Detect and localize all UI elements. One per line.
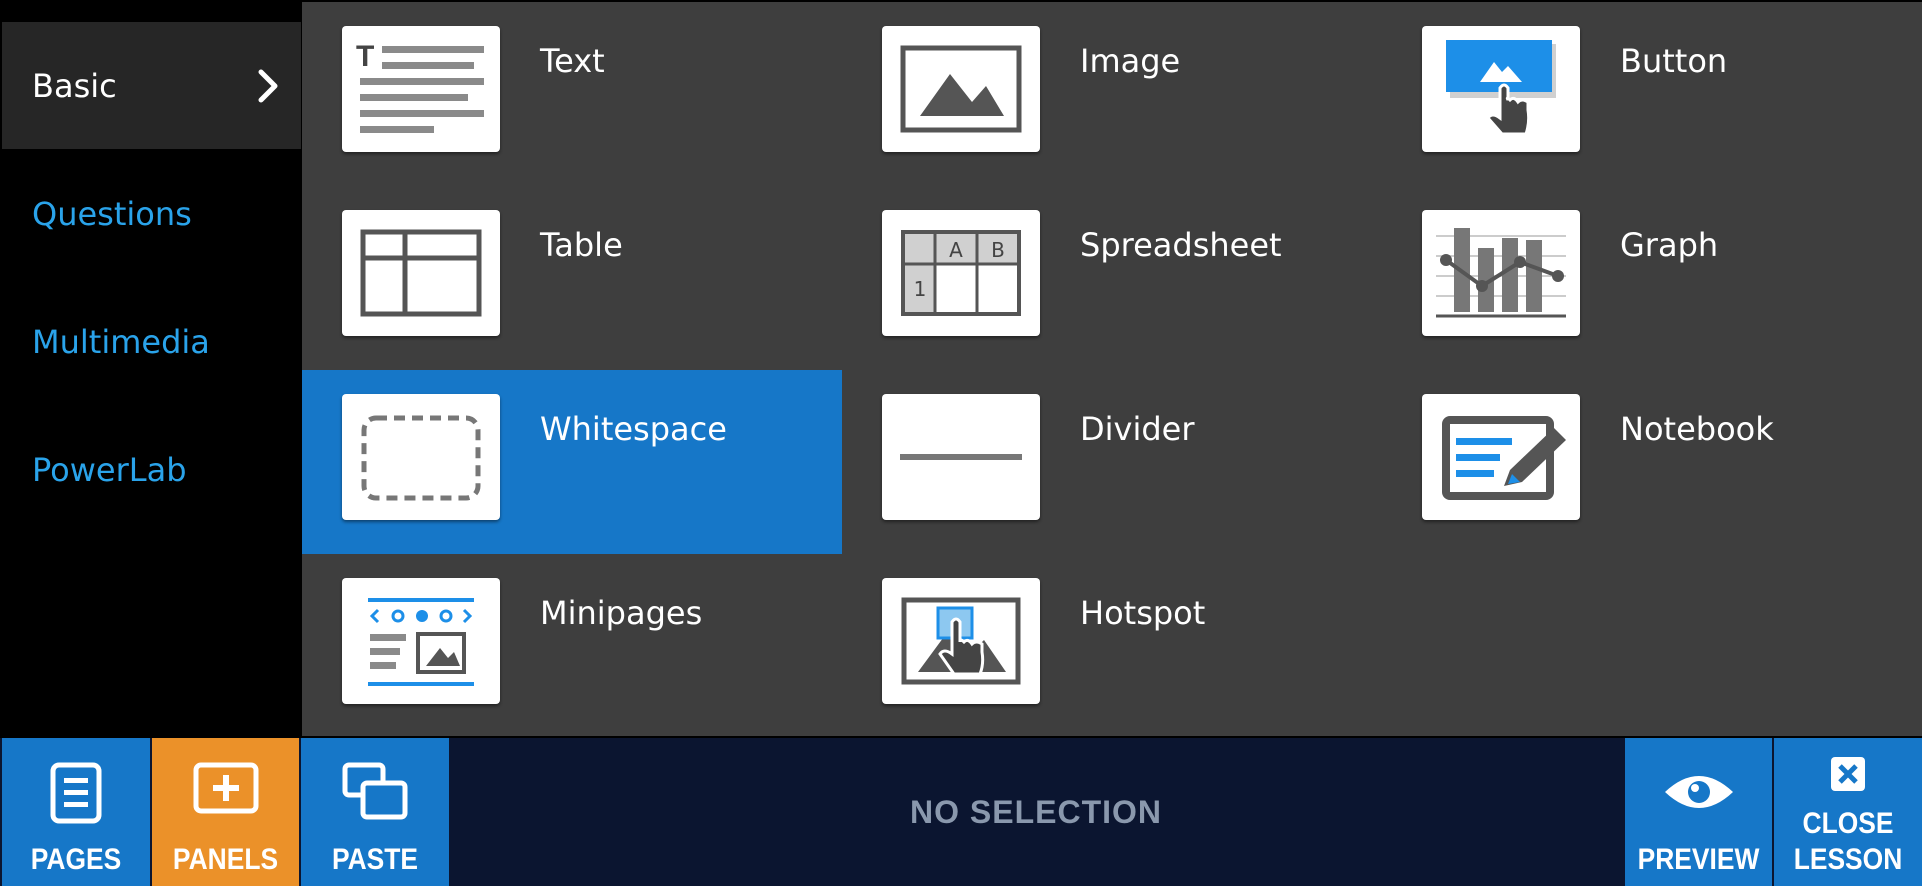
close-lesson-label: CLOSE LESSON bbox=[1783, 806, 1913, 878]
preview-button-label: PREVIEW bbox=[1637, 843, 1760, 876]
pages-button-label: PAGES bbox=[30, 843, 122, 876]
panel-option-table[interactable]: Table bbox=[302, 186, 842, 370]
bottom-toolbar: PAGES PANELS PASTE NO SELECTION PREVIEW … bbox=[0, 738, 1922, 886]
text-icon: T bbox=[342, 26, 500, 152]
sidebar-item-basic[interactable]: Basic bbox=[2, 22, 301, 149]
panel-option-image[interactable]: Image bbox=[842, 2, 1382, 186]
panel-option-label: Minipages bbox=[540, 594, 703, 632]
panels-button-label: PANELS bbox=[172, 843, 279, 876]
close-lesson-label-line2: LESSON bbox=[1793, 843, 1903, 876]
spreadsheet-header-a: A bbox=[949, 238, 963, 262]
panel-option-label: Hotspot bbox=[1080, 594, 1206, 632]
close-lesson-label-line1: CLOSE bbox=[1802, 807, 1894, 840]
hotspot-icon bbox=[882, 578, 1040, 704]
panels-button[interactable]: PANELS bbox=[152, 738, 299, 886]
pages-icon bbox=[50, 762, 102, 824]
paste-button[interactable]: PASTE bbox=[301, 738, 449, 886]
selection-status: NO SELECTION bbox=[909, 793, 1162, 830]
spreadsheet-row-1: 1 bbox=[914, 277, 927, 301]
sidebar-item-label: Questions bbox=[32, 194, 192, 233]
paste-button-label: PASTE bbox=[331, 843, 419, 876]
chevron-right-icon bbox=[258, 69, 278, 102]
sidebar-item-label: Multimedia bbox=[32, 322, 210, 361]
panel-grid: T Text Image Button Table A B 1 Spreadsh… bbox=[302, 2, 1922, 736]
panel-option-text[interactable]: T Text bbox=[302, 2, 842, 186]
close-icon bbox=[1831, 757, 1865, 791]
panel-option-label: Image bbox=[1080, 42, 1181, 80]
divider-icon bbox=[882, 394, 1040, 520]
panel-option-graph[interactable]: Graph bbox=[1382, 186, 1922, 370]
pages-button[interactable]: PAGES bbox=[2, 738, 150, 886]
panel-option-minipages[interactable]: Minipages bbox=[302, 554, 842, 738]
paste-icon bbox=[342, 762, 408, 820]
sidebar-item-questions[interactable]: Questions bbox=[2, 150, 301, 277]
panel-option-hotspot[interactable]: Hotspot bbox=[842, 554, 1382, 738]
panel-option-label: Notebook bbox=[1620, 410, 1774, 448]
table-icon bbox=[342, 210, 500, 336]
panel-option-button[interactable]: Button bbox=[1382, 2, 1922, 186]
sidebar-item-label: Basic bbox=[32, 66, 117, 105]
sidebar-item-powerlab[interactable]: PowerLab bbox=[2, 406, 301, 533]
panel-option-whitespace[interactable]: Whitespace bbox=[302, 370, 842, 554]
panel-option-label: Button bbox=[1620, 42, 1728, 80]
sidebar-item-label: PowerLab bbox=[32, 450, 187, 489]
image-icon bbox=[882, 26, 1040, 152]
add-panel-icon bbox=[193, 762, 258, 814]
panel-option-divider[interactable]: Divider bbox=[842, 370, 1382, 554]
panel-option-label: Table bbox=[540, 226, 623, 264]
notebook-icon bbox=[1422, 394, 1580, 520]
spreadsheet-icon: A B 1 bbox=[882, 210, 1040, 336]
eye-icon bbox=[1664, 776, 1733, 808]
minipages-icon bbox=[342, 578, 500, 704]
panel-option-spreadsheet[interactable]: A B 1 Spreadsheet bbox=[842, 186, 1382, 370]
preview-button[interactable]: PREVIEW bbox=[1625, 738, 1772, 886]
sidebar-item-multimedia[interactable]: Multimedia bbox=[2, 278, 301, 405]
close-lesson-button[interactable]: CLOSE LESSON bbox=[1774, 738, 1922, 886]
panel-option-notebook[interactable]: Notebook bbox=[1382, 370, 1922, 554]
panel-option-label: Text bbox=[540, 42, 605, 80]
panel-option-label: Graph bbox=[1620, 226, 1719, 264]
graph-icon bbox=[1422, 210, 1580, 336]
button-icon bbox=[1422, 26, 1580, 152]
svg-text:T: T bbox=[356, 40, 374, 73]
panel-option-label: Whitespace bbox=[540, 410, 727, 448]
spreadsheet-header-b: B bbox=[991, 238, 1005, 262]
category-sidebar: Basic Questions Multimedia PowerLab bbox=[2, 2, 301, 736]
panel-option-label: Divider bbox=[1080, 410, 1195, 448]
panel-option-label: Spreadsheet bbox=[1080, 226, 1282, 264]
app-window: Basic Questions Multimedia PowerLab T Te… bbox=[0, 0, 1922, 886]
whitespace-icon bbox=[342, 394, 500, 520]
